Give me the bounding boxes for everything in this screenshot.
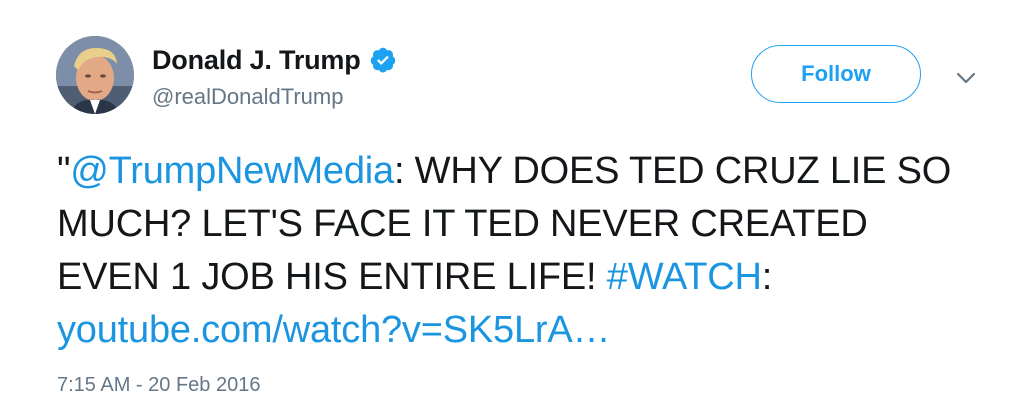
chevron-down-icon[interactable] [955,70,977,86]
tweet-text: "@TrumpNewMedia: WHY DOES TED CRUZ LIE S… [57,145,957,357]
youtube-link[interactable]: youtube.com/watch?v=SK5LrA… [57,309,610,351]
avatar[interactable] [56,36,134,114]
mention-link[interactable]: @TrumpNewMedia [70,150,394,192]
hashtag-link[interactable]: #WATCH [607,256,762,298]
tweet-card: Donald J. Trump @realDonaldTrump Follow … [0,0,1024,420]
author-handle[interactable]: @realDonaldTrump [152,84,343,110]
tweet-separator-text: : [761,256,773,298]
avatar-portrait-image [56,36,134,114]
tweet-timestamp[interactable]: 7:15 AM - 20 Feb 2016 [57,374,260,397]
tweet-quote-mark: " [57,150,71,192]
author-display-name[interactable]: Donald J. Trump [152,45,361,76]
verified-badge-icon [369,46,397,74]
follow-button[interactable]: Follow [751,45,921,103]
author-name-row: Donald J. Trump [152,40,397,80]
